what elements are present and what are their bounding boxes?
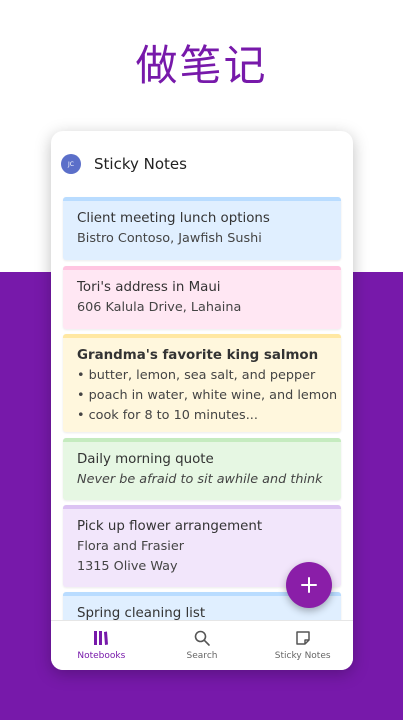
note-line: Never be afraid to sit awhile and think xyxy=(77,472,323,487)
note-title: Tori's address in Maui xyxy=(77,280,221,295)
plus-icon xyxy=(301,577,317,593)
note-title: Daily morning quote xyxy=(77,452,214,467)
app-header: JC Sticky Notes xyxy=(51,131,353,197)
nav-label-search: Search xyxy=(186,651,218,661)
note-line: Bistro Contoso, Jawfish Sushi xyxy=(77,231,262,246)
nav-notebooks[interactable]: Notebooks xyxy=(51,621,152,670)
note-title: Grandma's favorite king salmon xyxy=(77,348,319,363)
search-icon xyxy=(194,630,210,646)
bottom-nav: Notebooks Search Sticky Notes xyxy=(51,620,353,670)
app-title: Sticky Notes xyxy=(94,155,187,173)
note-card[interactable]: Client meeting lunch options Bistro Conto… xyxy=(63,197,341,260)
nav-search[interactable]: Search xyxy=(152,621,253,670)
sticky-notes-icon xyxy=(295,631,310,645)
avatar[interactable]: JC xyxy=(61,154,81,174)
note-title: Pick up flower arrangement xyxy=(77,519,263,534)
nav-label-notebooks: Notebooks xyxy=(77,651,126,661)
phone-frame: JC Sticky Notes Client meeting lunch opt… xyxy=(51,131,353,670)
nav-label-sticky-notes: Sticky Notes xyxy=(274,651,331,661)
add-note-button[interactable] xyxy=(286,562,332,608)
nav-sticky-notes[interactable]: Sticky Notes xyxy=(252,621,353,670)
notebooks-icon xyxy=(94,631,109,645)
note-title: Client meeting lunch options xyxy=(77,211,270,226)
note-line: 606 Kalula Drive, Lahaina xyxy=(77,300,242,315)
hero-title: 做笔记 xyxy=(135,41,268,90)
note-card[interactable]: Grandma's favorite king salmon • butter, … xyxy=(63,334,341,432)
note-card[interactable]: Daily morning quote Never be afraid to si… xyxy=(63,438,341,500)
note-line: • cook for 8 to 10 minutes... xyxy=(77,408,258,423)
note-line: Flora and Frasier xyxy=(77,539,184,554)
note-card[interactable]: Tori's address in Maui 606 Kalula Drive, … xyxy=(63,266,341,329)
note-line: • poach in water, white wine, and lemon xyxy=(77,388,338,403)
note-line: • butter, lemon, sea salt, and pepper xyxy=(77,368,316,383)
